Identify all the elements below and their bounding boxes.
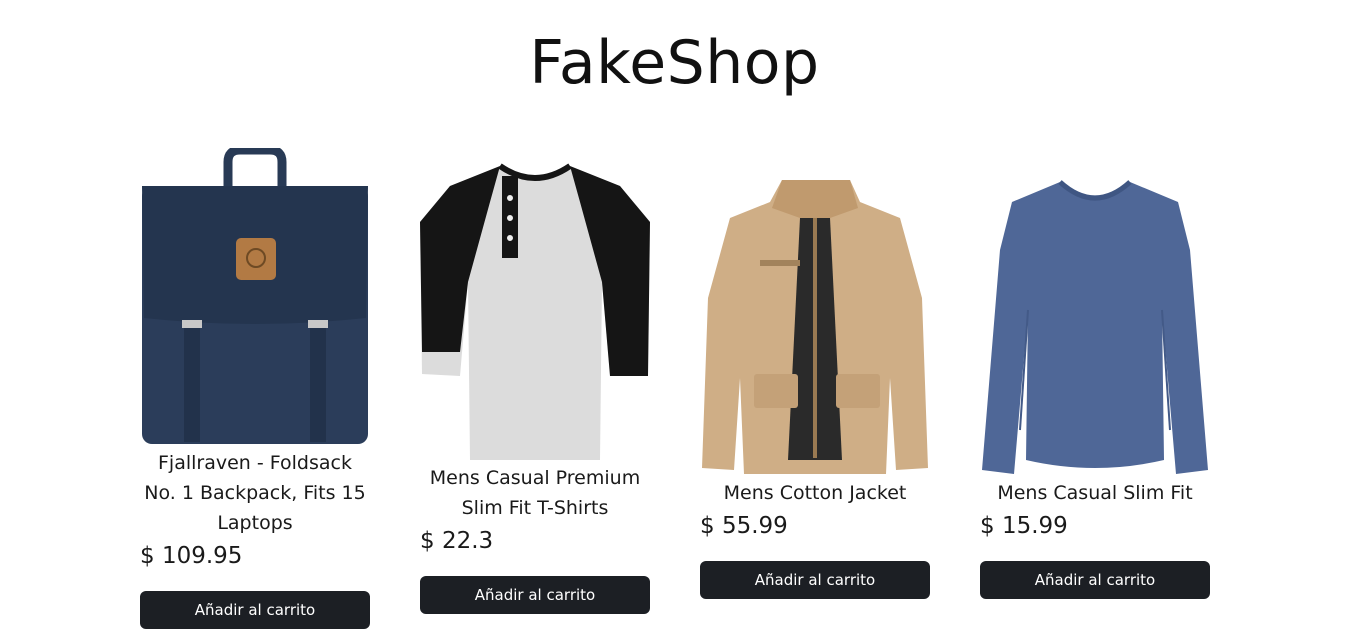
product-image-backpack[interactable] bbox=[140, 148, 370, 446]
add-to-cart-button[interactable]: Añadir al carrito bbox=[700, 561, 930, 599]
product-image-jacket[interactable] bbox=[700, 178, 930, 476]
product-price: $ 55.99 bbox=[700, 513, 788, 539]
product-image-raglan-shirt[interactable] bbox=[420, 162, 650, 462]
add-to-cart-button[interactable]: Añadir al carrito bbox=[980, 561, 1210, 599]
product-title[interactable]: Fjallraven - Foldsack No. 1 Backpack, Fi… bbox=[140, 448, 370, 538]
product-title[interactable]: Mens Casual Premium Slim Fit T-Shirts bbox=[420, 463, 650, 523]
product-price: $ 15.99 bbox=[980, 513, 1068, 539]
product-title[interactable]: Mens Cotton Jacket bbox=[700, 478, 930, 508]
add-to-cart-button[interactable]: Añadir al carrito bbox=[420, 576, 650, 614]
product-image-long-sleeve-shirt[interactable] bbox=[980, 180, 1210, 478]
product-price: $ 109.95 bbox=[140, 543, 243, 569]
product-title[interactable]: Mens Casual Slim Fit bbox=[980, 478, 1210, 508]
product-price: $ 22.3 bbox=[420, 528, 494, 554]
raglan-shirt-image bbox=[420, 163, 650, 460]
jacket-image bbox=[702, 180, 928, 474]
add-to-cart-button[interactable]: Añadir al carrito bbox=[140, 591, 370, 629]
product-grid: Fjallraven - Foldsack No. 1 Backpack, Fi… bbox=[0, 0, 1349, 637]
backpack-image bbox=[142, 148, 368, 444]
long-sleeve-shirt-image bbox=[982, 180, 1208, 474]
